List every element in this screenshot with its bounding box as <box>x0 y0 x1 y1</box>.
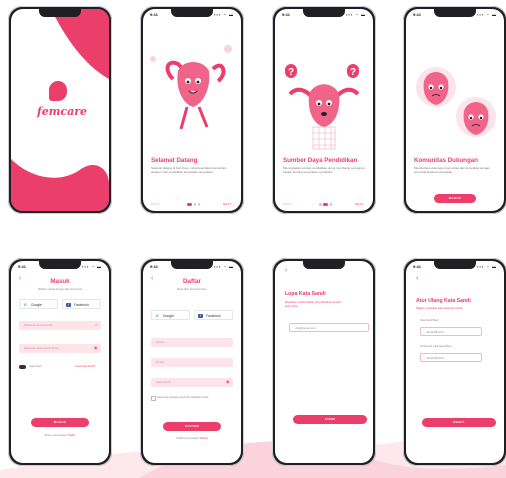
page-indicator <box>319 203 332 206</box>
svg-text:?: ? <box>288 67 294 78</box>
login-title: Masuk <box>50 278 70 285</box>
password-input[interactable]: Masukan kata sandi Anda <box>19 344 101 353</box>
facebook-button[interactable]: f Facebook <box>62 299 101 309</box>
google-button[interactable]: G Google <box>19 299 58 309</box>
phone-onboarding-1: 9:41 ▪▪▪ ◔ ▬ Selamat Datang Selamat datan… <box>140 6 244 214</box>
confirm-password-input[interactable]: ulfa@#$1234 <box>420 353 482 362</box>
register-link[interactable]: Daftar <box>68 434 75 437</box>
app-logo-icon <box>49 81 67 101</box>
onboarding-1-body: Selamat datang di FemCare, mitra kesehat… <box>151 166 227 174</box>
onboarding-3-title: Komunitas Dukungan <box>414 157 478 164</box>
login-prompt: Sudah punya akun? Masuk <box>176 437 208 440</box>
facebook-button[interactable]: f Facebook <box>194 310 233 320</box>
onboarding-1-screen: 9:41 ▪▪▪ ◔ ▬ Selamat Datang Selamat datan… <box>143 9 241 211</box>
onboarding-1-title: Selamat Datang <box>151 157 198 164</box>
phone-splash: femcare <box>8 6 112 214</box>
onboarding-3-screen: 9:41 ▪▪▪ ◔ ▬ Komunitas Dukungan Memberika… <box>406 9 504 211</box>
remember-toggle[interactable] <box>19 365 26 369</box>
reset-button[interactable]: RESET <box>422 418 496 427</box>
app-logo-text: femcare <box>37 105 87 118</box>
google-icon: G <box>24 303 27 307</box>
login-submit-button[interactable]: MASUK <box>31 418 89 427</box>
new-password-input[interactable]: ulfa@#$1234 <box>420 327 482 336</box>
phone-login: 9:41 ▪▪▪ ◔ ▬ ‹ Masuk Silakan masuk dengan… <box>8 258 112 466</box>
phone-onboarding-3: 9:41 ▪▪▪ ◔ ▬ Komunitas Dukungan Memberika… <box>403 6 506 214</box>
login-link[interactable]: Masuk <box>200 437 208 440</box>
next-button[interactable]: NEXT <box>223 202 232 206</box>
phone-forgot-password: ‹ Lupa Kata Sandi Masukkan email terdaft… <box>272 258 376 466</box>
reset-subtitle: Silakan masukkan kata sandi baru Anda <box>416 307 463 310</box>
email-input[interactable]: Email <box>151 358 233 367</box>
google-button[interactable]: G Google <box>151 310 190 320</box>
phone-onboarding-2: 9:41 ▪▪▪ ◔ ▬ ? ? Sumber Daya Pendidikan M… <box>272 6 376 214</box>
forgot-password-screen: ‹ Lupa Kata Sandi Masukkan email terdaft… <box>275 261 373 463</box>
login-subtitle: Silakan masuk dengan akun FemCare <box>37 288 83 291</box>
splash-screen: femcare <box>11 9 109 211</box>
register-screen: 9:41 ▪▪▪ ◔ ▬ ‹ Daftar Buat akun FemCare b… <box>143 261 241 463</box>
page-indicator <box>187 203 200 206</box>
back-arrow-icon[interactable]: ‹ <box>285 267 287 274</box>
svg-text:?: ? <box>350 67 356 78</box>
forgot-password-link[interactable]: Lupa Kata Sandi? <box>75 365 96 368</box>
back-button[interactable]: BACK <box>283 202 292 206</box>
email-input[interactable]: ulfa@gmail.com <box>289 323 369 332</box>
login-screen: 9:41 ▪▪▪ ◔ ▬ ‹ Masuk Silakan masuk dengan… <box>11 261 109 463</box>
back-button[interactable]: BACK <box>151 202 160 206</box>
onboarding-2-title: Sumber Daya Pendidikan <box>283 157 358 164</box>
facebook-icon: f <box>66 302 71 307</box>
forgot-title: Lupa Kata Sandi <box>285 291 326 297</box>
mascot-community-illustration <box>416 67 496 137</box>
new-password-label: Kata Sandi Baru <box>420 319 439 322</box>
email-input[interactable]: Masukan Email Anda <box>19 321 101 330</box>
register-submit-button[interactable]: DAFTAR <box>163 422 221 431</box>
reset-password-screen: 9:41 ▪▪▪ ◔ ▬ ‹ Atur Ulang Kata Sandi Sila… <box>406 261 504 463</box>
phone-reset-password: 9:41 ▪▪▪ ◔ ▬ ‹ Atur Ulang Kata Sandi Sila… <box>403 258 506 466</box>
register-subtitle: Buat akun FemCare baru <box>177 288 207 291</box>
register-prompt: Belum punya akun? Daftar <box>44 434 76 437</box>
eye-icon[interactable]: ◉ <box>94 345 98 350</box>
name-input[interactable]: Nama <box>151 338 233 347</box>
send-button[interactable]: KIRIM <box>293 415 367 424</box>
password-input[interactable]: Kata Sandi <box>151 378 233 387</box>
onboarding-2-screen: 9:41 ▪▪▪ ◔ ▬ ? ? Sumber Daya Pendidikan M… <box>275 9 373 211</box>
google-icon: G <box>156 314 159 318</box>
register-title: Daftar <box>183 278 201 285</box>
facebook-icon: f <box>198 313 203 318</box>
mascot-running-illustration <box>150 45 232 130</box>
onboarding-3-body: Memberikan dukungan komunitas dan konsul… <box>414 166 490 174</box>
check-icon: ✓ <box>95 322 99 327</box>
login-cta-button[interactable]: MASUK <box>434 194 476 203</box>
phone-register: 9:41 ▪▪▪ ◔ ▬ ‹ Daftar Buat akun FemCare b… <box>140 258 244 466</box>
eye-icon[interactable]: ◉ <box>226 379 230 384</box>
agree-checkbox[interactable] <box>151 396 156 401</box>
confirm-password-label: Konfirmasi Kata Sandi Baru <box>420 345 452 348</box>
forgot-subtitle: Masukkan email terdaftar yang ditautkan … <box>285 301 342 308</box>
onboarding-2-body: Menyediakan sumber pendidikan untuk memb… <box>283 166 365 174</box>
back-arrow-icon[interactable]: ‹ <box>416 275 418 282</box>
agree-label: Saya setuju dengan syarat dan kebijakan … <box>157 396 209 399</box>
remember-label: Ingat Saya <box>29 365 42 368</box>
next-button[interactable]: NEXT <box>355 202 364 206</box>
reset-title: Atur Ulang Kata Sandi <box>416 298 471 304</box>
